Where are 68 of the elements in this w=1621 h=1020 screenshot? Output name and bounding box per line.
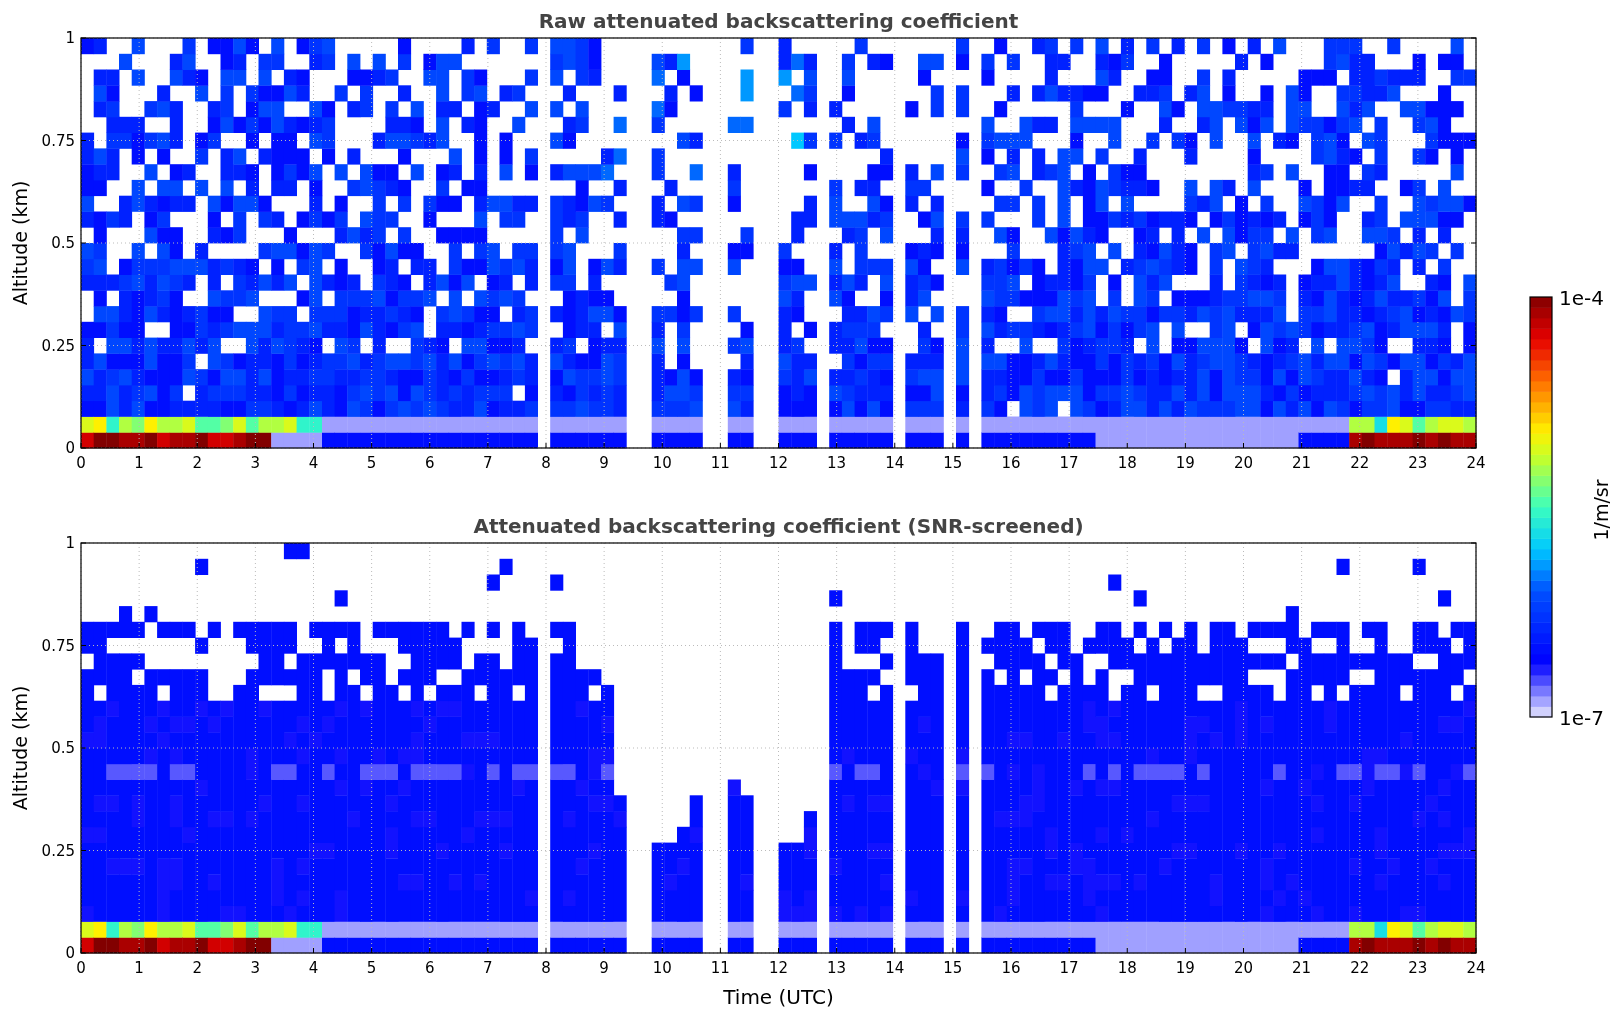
tick-label: 2	[192, 454, 202, 472]
tick-label: 10	[652, 959, 672, 977]
tick-label: 18	[1117, 959, 1137, 977]
tick-label: 9	[599, 454, 609, 472]
tick-label: 1	[65, 29, 75, 47]
tick-label: 21	[1292, 454, 1312, 472]
tick-label: 19	[1175, 959, 1195, 977]
tick-label: 7	[483, 454, 493, 472]
tick-label: 12	[768, 454, 789, 472]
tick-label: 23	[1408, 959, 1428, 977]
tick-label: 12	[768, 959, 789, 977]
colorbar-tick-label: 1e-4	[1559, 286, 1604, 310]
tick-label: 1	[134, 454, 144, 472]
tick-label: 13	[827, 454, 847, 472]
tick-label: 9	[599, 959, 609, 977]
tick-label: 4	[308, 454, 319, 472]
tick-label: 3	[250, 454, 261, 472]
tick-label: 1	[65, 534, 75, 552]
tick-label: 15	[943, 454, 963, 472]
tick-label: 18	[1117, 454, 1137, 472]
tick-label: 16	[1001, 959, 1021, 977]
tick-label: 22	[1350, 454, 1370, 472]
tick-label: 2	[192, 959, 202, 977]
tick-label: 11	[710, 959, 730, 977]
chart-title: Attenuated backscattering coefficient (SNR-screened)	[473, 514, 1084, 538]
tick-label: 8	[541, 959, 551, 977]
tick-label: 17	[1059, 454, 1079, 472]
tick-label: 6	[425, 454, 435, 472]
tick-label: 13	[827, 959, 847, 977]
tick-label: 0	[65, 439, 75, 457]
tick-label: 16	[1001, 454, 1021, 472]
tick-label: 0.75	[41, 636, 75, 655]
tick-label: 1	[134, 959, 144, 977]
colorbar-tick-label: 1e-7	[1559, 706, 1604, 730]
tick-label: 24	[1466, 959, 1486, 977]
tick-label: 6	[425, 959, 435, 977]
tick-label: 0.5	[51, 234, 75, 252]
tick-label: 11	[710, 454, 730, 472]
chart-title: Raw attenuated backscattering coefficient	[538, 9, 1019, 33]
tick-label: 14	[885, 454, 905, 472]
tick-label: 20	[1233, 454, 1254, 472]
tick-label: 0.5	[51, 739, 75, 757]
tick-label: 5	[366, 454, 377, 472]
tick-label: 0	[76, 959, 86, 977]
tick-label: 0.25	[41, 841, 75, 860]
tick-label: 7	[483, 959, 493, 977]
colorbar-label: 1/m/sr	[1590, 479, 1612, 541]
tick-label: 22	[1350, 959, 1370, 977]
tick-label: 24	[1466, 454, 1486, 472]
tick-label: 14	[885, 959, 905, 977]
tick-label: 3	[250, 959, 261, 977]
tick-label: 4	[308, 959, 319, 977]
tick-label: 15	[943, 959, 963, 977]
tick-label: 0.25	[41, 336, 75, 355]
tick-label: 21	[1292, 959, 1312, 977]
tick-label: 0	[65, 944, 75, 962]
tick-label: 17	[1059, 959, 1079, 977]
tick-label: 23	[1408, 454, 1428, 472]
tick-label: 5	[366, 959, 377, 977]
tick-label: 0.75	[41, 131, 75, 150]
tick-label: 8	[541, 454, 551, 472]
tick-label: 20	[1233, 959, 1254, 977]
tick-label: 19	[1175, 454, 1195, 472]
axis-label: Altitude (km)	[9, 685, 31, 811]
axis-label: Time (UTC)	[723, 985, 834, 1009]
tick-label: 0	[76, 454, 86, 472]
axis-label: Altitude (km)	[9, 180, 31, 306]
tick-label: 10	[652, 454, 672, 472]
